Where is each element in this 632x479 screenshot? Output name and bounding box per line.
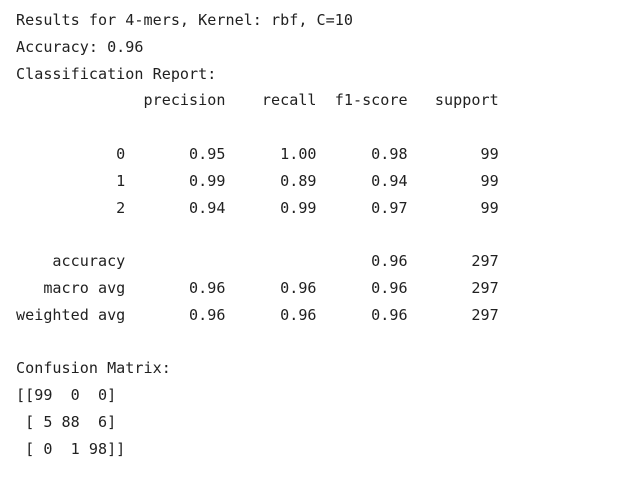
accuracy-line: Accuracy: 0.96 (16, 37, 144, 56)
report-row-class-0: 0 0.95 1.00 0.98 99 (16, 144, 499, 163)
confusion-matrix-row-2: [ 0 1 98]] (16, 439, 126, 458)
confusion-matrix-title: Confusion Matrix: (16, 359, 171, 378)
report-row-class-2: 2 0.94 0.99 0.97 99 (16, 198, 499, 217)
classification-report-title: Classification Report: (16, 64, 217, 83)
report-row-accuracy: accuracy 0.96 297 (16, 252, 499, 271)
report-row-weighted-avg: weighted avg 0.96 0.96 0.96 297 (16, 305, 499, 324)
results-header-line: Results for 4-mers, Kernel: rbf, C=10 (16, 11, 353, 29)
cell-output: Results for 4-mers, Kernel: rbf, C=10 Ac… (16, 7, 499, 463)
report-row-macro-avg: macro avg 0.96 0.96 0.96 297 (16, 278, 499, 297)
report-column-headers: precision recall f1-score support (16, 91, 499, 110)
report-row-class-1: 1 0.99 0.89 0.94 99 (16, 171, 499, 190)
confusion-matrix-row-0: [[99 0 0] (16, 386, 117, 405)
confusion-matrix-row-1: [ 5 88 6] (16, 412, 117, 431)
